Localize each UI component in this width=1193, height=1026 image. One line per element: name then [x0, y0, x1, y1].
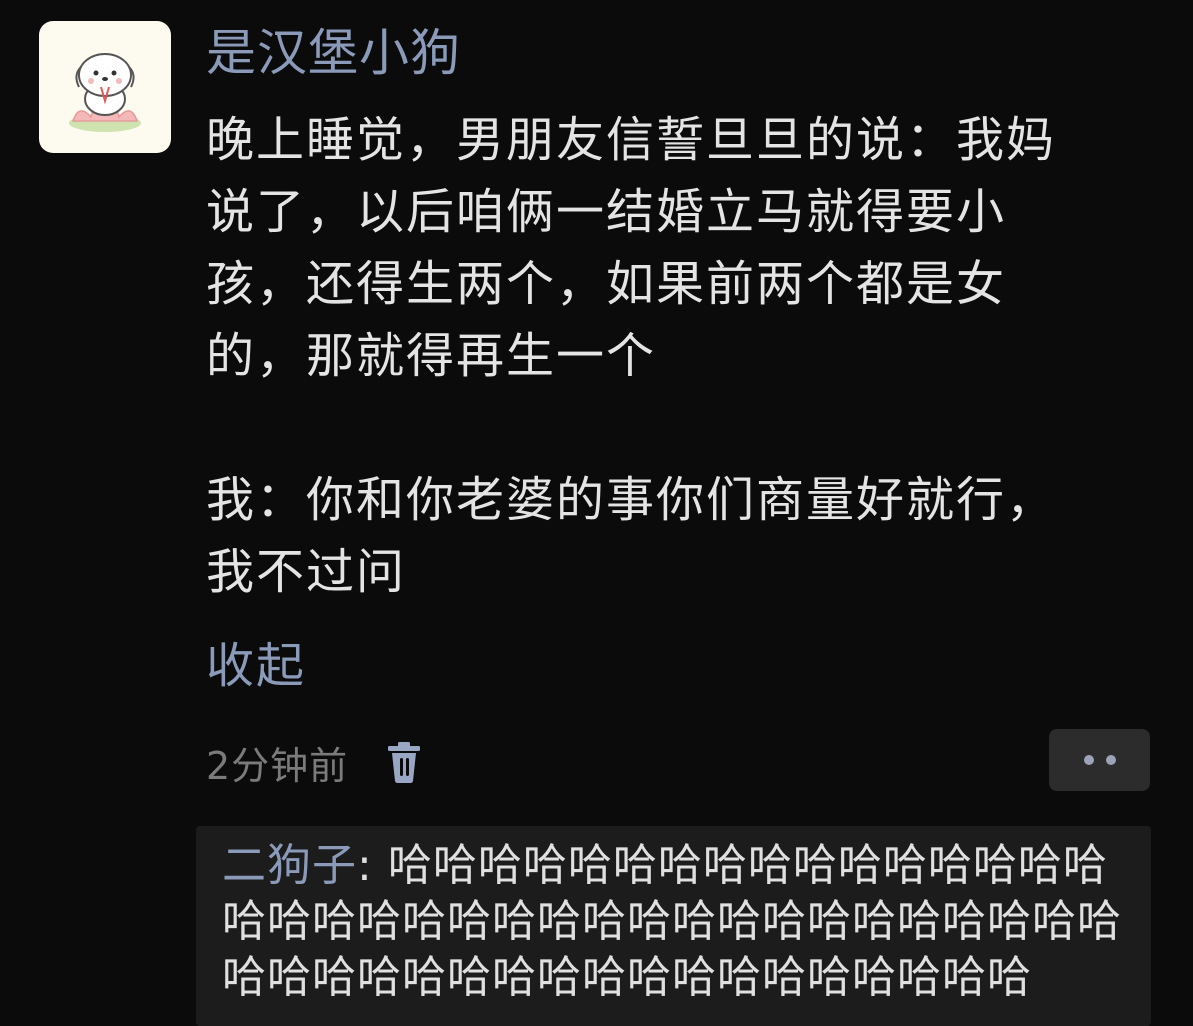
collapse-link[interactable]: 收起 — [206, 630, 306, 702]
avatar[interactable] — [39, 21, 171, 153]
more-dots-icon — [1083, 755, 1094, 765]
more-button[interactable] — [1049, 729, 1150, 791]
reply-box[interactable]: 二狗子: 哈哈哈哈哈哈哈哈哈哈哈哈哈哈哈哈哈哈哈哈哈哈哈哈哈哈哈哈哈哈哈哈哈哈哈… — [196, 826, 1151, 1026]
post-line: 的，那就得再生一个 — [206, 328, 657, 384]
post-line: 我：你和你老婆的事你们商量好就行， — [206, 472, 1057, 528]
post-content: 晚上睡觉，男朋友信誓旦旦的说：我妈 说了，以后咱俩一结婚立马就得要小 孩，还得生… — [206, 104, 1151, 608]
puppy-avatar-icon — [69, 53, 141, 132]
more-dots-icon — [1105, 755, 1116, 765]
reply-content: 二狗子: 哈哈哈哈哈哈哈哈哈哈哈哈哈哈哈哈哈哈哈哈哈哈哈哈哈哈哈哈哈哈哈哈哈哈哈… — [222, 838, 1127, 1006]
reply-separator: : — [357, 840, 373, 891]
post-meta: 2分钟前 — [206, 730, 424, 794]
timestamp: 2分钟前 — [206, 743, 349, 788]
post-line: 我不过问 — [206, 544, 407, 600]
post-line: 晚上睡觉，男朋友信誓旦旦的说：我妈 — [206, 112, 1057, 168]
username[interactable]: 是汉堡小狗 — [206, 20, 461, 86]
post-line: 说了，以后咱俩一结婚立马就得要小 — [206, 184, 1007, 240]
reply-author[interactable]: 二狗子 — [222, 840, 357, 891]
trash-icon[interactable] — [384, 740, 424, 784]
post-line: 孩，还得生两个，如果前两个都是女 — [206, 256, 1007, 312]
